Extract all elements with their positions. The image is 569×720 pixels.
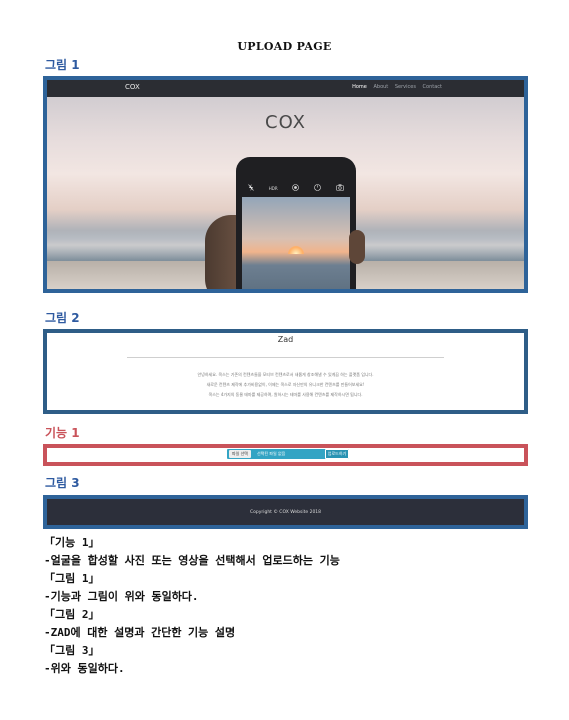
note-text-feature1: -얼굴을 합성할 사진 또는 영상을 선택해서 업로드하는 기능 bbox=[44, 554, 340, 567]
document-title: UPLOAD PAGE bbox=[237, 40, 332, 53]
phone-screen bbox=[242, 197, 350, 289]
navbar-brand[interactable]: COX bbox=[125, 83, 140, 91]
navbar: COX Home About Services Contact bbox=[47, 80, 524, 97]
zad-title: Zad bbox=[277, 335, 294, 344]
nav-link-contact[interactable]: Contact bbox=[423, 84, 442, 90]
notes: 「기능 1」 -얼굴을 합성할 사진 또는 영상을 선택해서 업로드하는 기능 … bbox=[44, 534, 544, 678]
note-text-figure3: -위와 동일하다. bbox=[44, 662, 125, 675]
nav-link-about[interactable]: About bbox=[373, 84, 388, 90]
note-text-figure1: -기능과 그림이 위와 동일하다. bbox=[44, 590, 199, 603]
file-select-button[interactable]: 파일 선택 bbox=[229, 450, 251, 458]
thumb-image bbox=[349, 230, 365, 264]
figure1-frame: HDR COX Home About Services Contact COX bbox=[43, 76, 528, 293]
note-heading-feature1: 「기능 1」 bbox=[44, 536, 100, 549]
figure2-frame: Zad 안녕하세요. 콕스는 기존의 컨텐츠들을 모티브 컨텐츠로서 새롭게 창… bbox=[43, 329, 528, 414]
note-heading-figure3: 「그림 3」 bbox=[44, 644, 100, 657]
nav-links: Home About Services Contact bbox=[347, 84, 442, 90]
description-line-2: 새로운 컨텐츠 제작에 추가비용없이, 이제는 콕스로 자신만의 유니크한 컨텐… bbox=[206, 382, 365, 387]
divider bbox=[127, 357, 444, 358]
nav-link-home[interactable]: Home bbox=[352, 84, 367, 90]
figure3-label: 그림 3 bbox=[45, 476, 80, 490]
phone-camera-bar: HDR bbox=[242, 181, 350, 195]
flash-off-icon bbox=[248, 183, 254, 193]
timer-icon bbox=[314, 183, 322, 193]
note-heading-figure2: 「그림 2」 bbox=[44, 608, 100, 621]
description-line-3: 콕스는 4가지의 동물 테마를 제공하며, 원하시는 테마를 사용해 컨텐츠를 … bbox=[208, 392, 363, 397]
file-status-text: 선택된 파일 없음 bbox=[257, 451, 286, 456]
sunset-sun bbox=[288, 246, 304, 254]
feature1-frame: 파일 선택 선택된 파일 없음 업로드하기 bbox=[43, 444, 528, 466]
figure2-label: 그림 2 bbox=[45, 311, 80, 325]
phone-image: HDR bbox=[236, 157, 356, 289]
note-text-figure2: -ZAD에 대한 설명과 간단한 기능 설명 bbox=[44, 626, 236, 639]
hdr-label: HDR bbox=[268, 185, 278, 191]
description-line-1: 안녕하세요. 콕스는 기존의 컨텐츠들을 모티브 컨텐츠로서 새롭게 창조해낼 … bbox=[197, 372, 374, 377]
feature1-label: 기능 1 bbox=[45, 426, 80, 440]
hero-title: COX bbox=[265, 112, 306, 133]
figure3-frame: Copyright © COX Website 2018 bbox=[43, 495, 528, 529]
footer-copyright: Copyright © COX Website 2018 bbox=[249, 510, 322, 515]
nav-link-services[interactable]: Services bbox=[395, 84, 416, 90]
figure1-label: 그림 1 bbox=[45, 58, 80, 72]
camera-switch-icon bbox=[336, 183, 344, 193]
note-heading-figure1: 「그림 1」 bbox=[44, 572, 100, 585]
live-photo-icon bbox=[292, 183, 300, 193]
upload-button[interactable]: 업로드하기 bbox=[325, 449, 349, 459]
